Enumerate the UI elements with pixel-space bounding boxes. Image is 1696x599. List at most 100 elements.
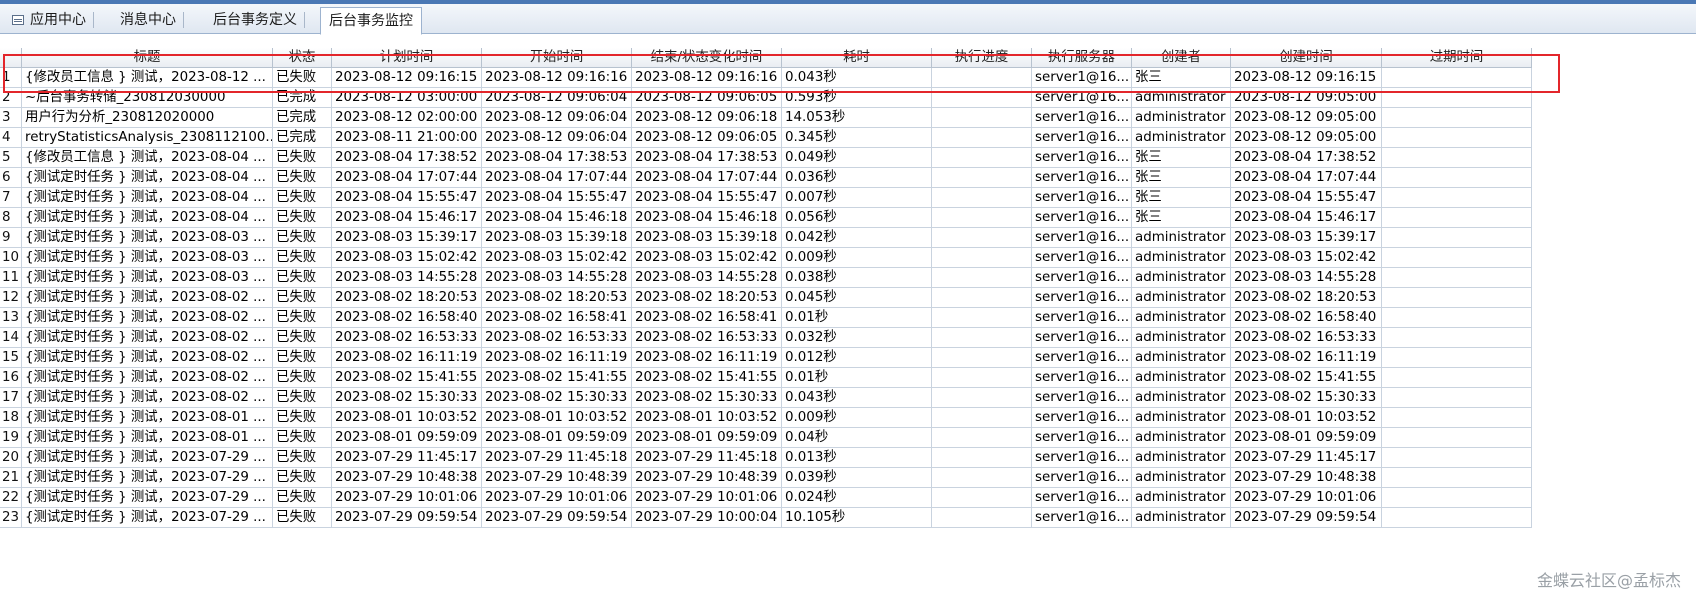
column-header[interactable]: 创建时间 [1231, 48, 1382, 68]
table-cell: server1@16... [1032, 508, 1132, 528]
table-row[interactable]: 10 {测试定时任务 } 测试，2023-08-03 ... 已失败 2023-08-… [0, 248, 1532, 268]
column-header[interactable]: 开始时间 [482, 48, 632, 68]
table-cell [1382, 268, 1532, 288]
table-cell: 0.042秒 [782, 228, 932, 248]
table-row[interactable]: 16 {测试定时任务 } 测试，2023-08-02 ... 已失败 2023-08-… [0, 368, 1532, 388]
table-cell [1382, 368, 1532, 388]
table-row[interactable]: 12 {测试定时任务 } 测试，2023-08-02 ... 已失败 2023-08-… [0, 288, 1532, 308]
table-cell [932, 328, 1032, 348]
table-cell: 2023-08-02 16:58:41 [482, 308, 632, 328]
table-cell: 已失败 [273, 368, 332, 388]
tab-bar: 应用中心 消息中心 后台事务定义 后台事务监控 [0, 0, 1696, 35]
tab-message-center[interactable]: 消息中心 [112, 7, 184, 34]
tab-task-definition[interactable]: 后台事务定义 [205, 7, 305, 34]
table-row[interactable]: 7 {测试定时任务 } 测试，2023-08-04 ... 已失败 2023-08-0… [0, 188, 1532, 208]
table-row[interactable]: 19 {测试定时任务 } 测试，2023-08-01 ... 已失败 2023-08-… [0, 428, 1532, 448]
table-cell: 2023-08-01 09:59:09 [332, 428, 482, 448]
table-cell [1382, 388, 1532, 408]
table-cell: 2023-08-02 15:30:33 [1231, 388, 1382, 408]
table-cell: 张三 [1132, 148, 1231, 168]
row-number: 14 [0, 328, 22, 348]
table-row[interactable]: 8 {测试定时任务 } 测试，2023-08-04 ... 已失败 2023-08-0… [0, 208, 1532, 228]
table-cell: {测试定时任务 } 测试，2023-08-02 ... [22, 368, 273, 388]
table-row[interactable]: 6 {测试定时任务 } 测试，2023-08-04 ... 已失败 2023-08-0… [0, 168, 1532, 188]
table-row[interactable]: 23 {测试定时任务 } 测试，2023-07-29 ... 已失败 2023-07-… [0, 508, 1532, 528]
table-row[interactable]: 18 {测试定时任务 } 测试，2023-08-01 ... 已失败 2023-08-… [0, 408, 1532, 428]
table-cell: 2023-08-02 16:11:19 [332, 348, 482, 368]
table-row[interactable]: 14 {测试定时任务 } 测试，2023-08-02 ... 已失败 2023-08-… [0, 328, 1532, 348]
table-row[interactable]: 9 {测试定时任务 } 测试，2023-08-03 ... 已失败 2023-08-0… [0, 228, 1532, 248]
column-header[interactable]: 结束/状态变化时间 [632, 48, 782, 68]
column-header[interactable]: 执行进度 [932, 48, 1032, 68]
column-header[interactable]: 状态 [273, 48, 332, 68]
table-cell: administrator [1132, 128, 1231, 148]
table-cell: 2023-07-29 11:45:18 [632, 448, 782, 468]
table-row[interactable]: 21 {测试定时任务 } 测试，2023-07-29 ... 已失败 2023-07-… [0, 468, 1532, 488]
table-cell [932, 388, 1032, 408]
table-cell: 已失败 [273, 148, 332, 168]
table-row[interactable]: 17 {测试定时任务 } 测试，2023-08-02 ... 已失败 2023-08-… [0, 388, 1532, 408]
table-row[interactable]: 15 {测试定时任务 } 测试，2023-08-02 ... 已失败 2023-08-… [0, 348, 1532, 368]
table-cell: 已失败 [273, 448, 332, 468]
table-cell: 2023-08-01 10:03:52 [632, 408, 782, 428]
table-cell: 2023-08-04 17:07:44 [632, 168, 782, 188]
table-cell [1382, 428, 1532, 448]
table-row[interactable]: 11 {测试定时任务 } 测试，2023-08-03 ... 已失败 2023-08-… [0, 268, 1532, 288]
table-cell: 0.043秒 [782, 388, 932, 408]
row-number: 21 [0, 468, 22, 488]
table-row[interactable]: 13 {测试定时任务 } 测试，2023-08-02 ... 已失败 2023-08-… [0, 308, 1532, 328]
table-cell [932, 168, 1032, 188]
table-cell: 2023-07-29 10:48:39 [482, 468, 632, 488]
table-cell: 2023-08-12 09:06:04 [482, 88, 632, 108]
table-cell: 2023-08-02 15:41:55 [1231, 368, 1382, 388]
table-row[interactable]: 5 {修改员工信息 } 测试，2023-08-04 ... 已失败 2023-08-0… [0, 148, 1532, 168]
table-cell [932, 88, 1032, 108]
table-cell: server1@16... [1032, 148, 1132, 168]
table-cell: 2023-08-02 15:30:33 [332, 388, 482, 408]
table-cell: administrator [1132, 328, 1231, 348]
table-cell: 2023-08-02 18:20:53 [332, 288, 482, 308]
column-header[interactable]: 耗时 [782, 48, 932, 68]
table-cell: 0.045秒 [782, 288, 932, 308]
column-header[interactable]: 过期时间 [1382, 48, 1532, 68]
table-cell: 2023-08-04 15:46:18 [632, 208, 782, 228]
table-cell: 0.013秒 [782, 448, 932, 468]
table-cell: 已失败 [273, 268, 332, 288]
column-header[interactable]: 标题 [22, 48, 273, 68]
table-cell: 2023-08-12 09:05:00 [1231, 108, 1382, 128]
table-cell: server1@16... [1032, 68, 1132, 88]
table-cell: 2023-08-04 17:38:53 [632, 148, 782, 168]
table-cell [932, 268, 1032, 288]
table-cell: administrator [1132, 508, 1231, 528]
table-row[interactable]: 22 {测试定时任务 } 测试，2023-07-29 ... 已失败 2023-07-… [0, 488, 1532, 508]
table-row[interactable]: 20 {测试定时任务 } 测试，2023-07-29 ... 已失败 2023-07-… [0, 448, 1532, 468]
tab-task-monitor[interactable]: 后台事务监控 [320, 7, 422, 35]
table-cell: 已失败 [273, 408, 332, 428]
table-cell: 2023-08-03 15:02:42 [332, 248, 482, 268]
table-cell: retryStatisticsAnalysis_2308112100... [22, 128, 273, 148]
table-cell: 已失败 [273, 468, 332, 488]
table-cell: 已失败 [273, 348, 332, 368]
table-cell: 2023-08-12 09:05:00 [1231, 88, 1382, 108]
table-cell: 2023-08-03 15:02:42 [632, 248, 782, 268]
table-cell: 用户行为分析_230812020000 [22, 108, 273, 128]
table-cell: 2023-08-12 09:16:15 [1231, 68, 1382, 88]
table-cell: 0.01秒 [782, 308, 932, 328]
table-cell: {测试定时任务 } 测试，2023-08-04 ... [22, 188, 273, 208]
column-header[interactable]: 创建者 [1132, 48, 1231, 68]
column-header[interactable]: 执行服务器 [1032, 48, 1132, 68]
table-cell: 2023-08-04 15:55:47 [482, 188, 632, 208]
table-cell: administrator [1132, 308, 1231, 328]
table-row[interactable]: 3 用户行为分析_230812020000 已完成 2023-08-12 02:00:… [0, 108, 1532, 128]
table-row[interactable]: 1 {修改员工信息 } 测试，2023-08-12 ... 已失败 2023-08-1… [0, 68, 1532, 88]
table-cell [932, 508, 1032, 528]
column-header[interactable]: 计划时间 [332, 48, 482, 68]
table-cell: 2023-08-11 21:00:00 [332, 128, 482, 148]
table-cell: 2023-08-12 09:16:15 [332, 68, 482, 88]
tab-label: 消息中心 [120, 12, 176, 28]
table-row[interactable]: 2 ~后台事务转储_230812030000 已完成 2023-08-12 03:00… [0, 88, 1532, 108]
table-row[interactable]: 4 retryStatisticsAnalysis_2308112100... 已完… [0, 128, 1532, 148]
row-number: 11 [0, 268, 22, 288]
tab-app-center[interactable]: 应用中心 [4, 7, 94, 34]
table-cell [1382, 328, 1532, 348]
